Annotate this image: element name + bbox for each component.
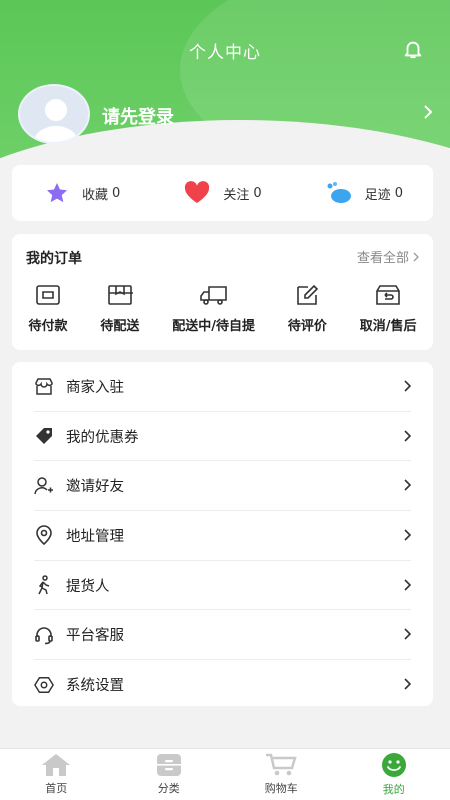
login-prompt[interactable]: 请先登录 [102,103,174,129]
headset-icon [35,626,53,645]
cart-icon [266,753,297,776]
tab-cart[interactable]: 购物车 [225,749,338,800]
menu-item-invite-friends[interactable]: 邀请好友 [34,461,411,512]
tab-mine[interactable]: 我的 [338,749,450,800]
order-in-delivery[interactable]: 配送中/待自提 [172,284,255,334]
location-icon [36,525,52,546]
stat-label: 足迹 [364,187,391,203]
box-icon [108,285,133,305]
category-icon [156,754,181,776]
chevron-right-icon [413,252,419,261]
chevron-right-icon [404,479,411,491]
chevron-right-icon [404,678,411,690]
footprint-icon [327,182,351,203]
menu-card: 商家入驻 我的优惠券 邀请好友 地址管理 提货人 平台客服 系统设置 [12,362,433,706]
heart-icon [185,181,210,203]
chevron-right-icon [404,628,411,641]
tab-home[interactable]: 首页 [0,749,113,800]
tab-label: 购物车 [264,782,298,795]
orders-title: 我的订单 [26,251,82,267]
chevron-right-icon [404,529,411,541]
menu-label: 平台客服 [66,628,124,645]
home-icon [42,754,71,776]
chevron-right-icon [404,579,411,591]
order-after-sales[interactable]: 取消/售后 [360,284,417,334]
order-pending-review[interactable]: 待评价 [288,284,327,334]
menu-item-merchant-join[interactable]: 商家入驻 [34,362,411,412]
menu-label: 邀请好友 [66,479,124,496]
add-user-icon [34,476,53,494]
order-label: 待评价 [287,319,327,334]
order-pending-payment[interactable]: 待付款 [28,284,67,334]
page-title: 个人中心 [189,43,261,63]
tab-category[interactable]: 分类 [113,749,226,800]
coupon-icon [36,428,52,445]
menu-item-pickup-person[interactable]: 提货人 [34,561,411,611]
stat-following[interactable]: 关注 0 [152,181,292,205]
chevron-right-icon [404,430,411,442]
person-walk-icon [38,575,50,595]
bell-icon[interactable] [402,38,424,60]
stat-label: 收藏 [82,187,109,203]
tab-label: 首页 [45,782,68,795]
orders-card: 我的订单 查看全部 待付款 待配送 配送中/待自提 待评价 取消/售后 [12,234,433,350]
truck-icon [199,286,227,305]
avatar[interactable] [18,84,90,144]
star-icon [47,183,68,203]
order-label: 待付款 [28,319,68,334]
order-label: 待配送 [100,319,140,334]
stat-label: 关注 [223,187,250,203]
chevron-right-icon[interactable] [422,104,434,120]
smile-icon [381,753,406,777]
tab-label: 我的 [382,783,405,796]
store-icon [35,378,53,396]
stat-count: 0 [112,185,121,201]
menu-item-address[interactable]: 地址管理 [34,511,411,561]
tab-label: 分类 [157,782,180,795]
menu-item-customer-service[interactable]: 平台客服 [34,610,411,661]
menu-label: 提货人 [66,578,110,595]
order-label: 取消/售后 [359,319,417,334]
stats-card: 收藏 0 关注 0 足迹 0 [12,165,433,221]
edit-icon [297,284,319,305]
stat-count: 0 [394,185,403,201]
menu-label: 我的优惠券 [66,429,139,446]
stat-count: 0 [253,185,262,201]
view-all-orders-link[interactable]: 查看全部 [357,247,419,266]
return-icon [376,285,400,305]
menu-label: 系统设置 [66,678,124,695]
view-all-label: 查看全部 [356,251,409,266]
menu-label: 地址管理 [66,528,124,545]
bottom-tab-bar: 首页 分类 购物车 我的 [0,748,450,800]
stat-favorites[interactable]: 收藏 0 [12,181,152,205]
menu-label: 商家入驻 [66,379,124,396]
wallet-icon [36,285,60,305]
menu-item-coupons[interactable]: 我的优惠券 [34,412,411,462]
chevron-right-icon [404,380,411,392]
order-pending-delivery[interactable]: 待配送 [100,284,139,334]
settings-icon [34,676,54,693]
menu-item-settings[interactable]: 系统设置 [34,660,411,710]
stat-history[interactable]: 足迹 0 [293,181,433,205]
order-label: 配送中/待自提 [172,319,255,334]
